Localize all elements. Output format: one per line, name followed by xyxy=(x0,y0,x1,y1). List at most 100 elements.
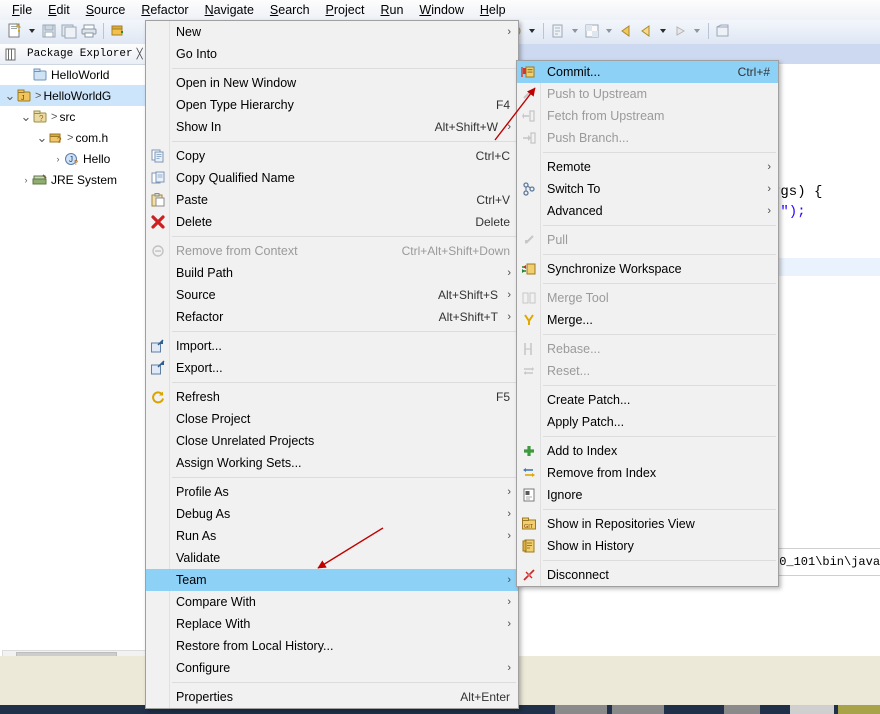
menubar-item-project[interactable]: Project xyxy=(318,1,373,19)
main-menu-bar[interactable]: File Edit Source Refactor Navigate Search Proj… xyxy=(0,0,880,21)
menubar-item-search[interactable]: Search xyxy=(262,1,318,19)
chevron-right-icon[interactable]: › xyxy=(507,596,511,608)
menu-item-build-path[interactable]: Build Path › xyxy=(146,262,518,284)
chevron-right-icon[interactable]: › xyxy=(507,574,511,586)
taskbar-item-4[interactable] xyxy=(790,705,834,714)
new-element-dropdown-icon[interactable] xyxy=(606,29,612,33)
chevron-down-icon[interactable]: ⌄ xyxy=(36,131,48,144)
menubar-item-refactor[interactable]: Refactor xyxy=(133,1,196,19)
chevron-right-icon[interactable]: › xyxy=(507,26,511,38)
menu-item-compare-with[interactable]: Compare With › xyxy=(146,591,518,613)
menu-item-open-in-new-window[interactable]: Open in New Window xyxy=(146,72,518,94)
taskbar-item-3[interactable] xyxy=(724,705,760,714)
menubar-item-source[interactable]: Source xyxy=(78,1,134,19)
menu-item-close-project[interactable]: Close Project xyxy=(146,408,518,430)
menu-item-copy[interactable]: Copy Ctrl+C xyxy=(146,145,518,167)
menu-item-debug-as[interactable]: Debug As › xyxy=(146,503,518,525)
project-tree[interactable]: HelloWorld ⌄ J > HelloWorldG ⌄? > src ⌄? > com.… xyxy=(0,64,146,190)
chevron-right-icon[interactable]: › xyxy=(767,161,771,173)
menu-item-advanced[interactable]: Advanced › xyxy=(517,200,778,222)
new-wizard-dropdown-icon[interactable] xyxy=(29,29,35,33)
menu-item-assign-working-sets[interactable]: Assign Working Sets... xyxy=(146,452,518,474)
chevron-down-icon[interactable]: ⌄ xyxy=(20,110,32,123)
menu-item-configure[interactable]: Configure › xyxy=(146,657,518,679)
menu-item-import[interactable]: Import... xyxy=(146,335,518,357)
tree-item-com-h[interactable]: ⌄? > com.h xyxy=(0,127,146,148)
previous-arrow-icon[interactable] xyxy=(637,22,655,40)
project-context-menu[interactable]: New › Go Into Open in New Window Open Type H… xyxy=(145,20,519,709)
menu-item-apply-patch[interactable]: Apply Patch... xyxy=(517,411,778,433)
chevron-right-icon[interactable]: › xyxy=(507,311,511,323)
menu-item-copy-qualified-name[interactable]: Copy Qualified Name xyxy=(146,167,518,189)
menubar-item-navigate[interactable]: Navigate xyxy=(197,1,262,19)
menu-item-delete[interactable]: Delete Delete xyxy=(146,211,518,233)
new-java-package-icon[interactable] xyxy=(109,22,127,40)
menubar-item-edit[interactable]: Edit xyxy=(40,1,78,19)
tree-item-src[interactable]: ⌄? > src xyxy=(0,106,146,127)
tree-item-hello[interactable]: › J? Hello xyxy=(0,148,146,169)
chevron-right-icon[interactable]: › xyxy=(507,289,511,301)
new-wizard-icon[interactable] xyxy=(6,22,24,40)
menu-item-close-unrelated-projects[interactable]: Close Unrelated Projects xyxy=(146,430,518,452)
tree-item-helloworld[interactable]: HelloWorld xyxy=(0,64,146,85)
team-git-submenu[interactable]: Commit... Ctrl+# Push to Upstream Fetch fro… xyxy=(516,60,779,587)
forward-dropdown-icon[interactable] xyxy=(694,29,700,33)
menu-item-create-patch[interactable]: Create Patch... xyxy=(517,389,778,411)
menubar-item-help[interactable]: Help xyxy=(472,1,514,19)
menu-item-remove-from-index[interactable]: Remove from Index xyxy=(517,462,778,484)
menu-item-paste[interactable]: Paste Ctrl+V xyxy=(146,189,518,211)
chevron-right-icon[interactable]: › xyxy=(507,618,511,630)
menu-item-restore-from-local-history[interactable]: Restore from Local History... xyxy=(146,635,518,657)
back-arrow-icon[interactable] xyxy=(617,22,635,40)
menu-item-show-in-repositories-view[interactable]: GIT Show in Repositories View xyxy=(517,513,778,535)
menu-item-ignore[interactable]: Ignore xyxy=(517,484,778,506)
menu-item-open-type-hierarchy[interactable]: Open Type Hierarchy F4 xyxy=(146,94,518,116)
taskbar-item-5[interactable] xyxy=(838,705,880,714)
menu-item-switch-to[interactable]: Switch To › xyxy=(517,178,778,200)
open-perspective-icon[interactable] xyxy=(714,22,732,40)
chevron-right-icon[interactable]: › xyxy=(507,267,511,279)
menu-item-show-in-history[interactable]: Show in History xyxy=(517,535,778,557)
chevron-right-icon[interactable]: › xyxy=(52,154,64,164)
tree-item-jre-system[interactable]: › JRE System xyxy=(0,169,146,190)
menu-item-properties[interactable]: Properties Alt+Enter xyxy=(146,686,518,708)
menubar-item-window[interactable]: Window xyxy=(411,1,471,19)
menu-item-merge[interactable]: Merge... xyxy=(517,309,778,331)
chevron-right-icon[interactable]: › xyxy=(507,486,511,498)
external-tools-dropdown-icon[interactable] xyxy=(572,29,578,33)
menu-item-refactor[interactable]: Refactor Alt+Shift+T › xyxy=(146,306,518,328)
menu-item-source[interactable]: Source Alt+Shift+S › xyxy=(146,284,518,306)
chevron-right-icon[interactable]: › xyxy=(767,205,771,217)
chevron-right-icon[interactable]: › xyxy=(507,662,511,674)
menu-item-replace-with[interactable]: Replace With › xyxy=(146,613,518,635)
taskbar-item-2[interactable] xyxy=(612,705,664,714)
chevron-right-icon[interactable]: › xyxy=(507,121,511,133)
chevron-right-icon[interactable]: › xyxy=(507,530,511,542)
menu-item-run-as[interactable]: Run As › xyxy=(146,525,518,547)
menu-item-profile-as[interactable]: Profile As › xyxy=(146,481,518,503)
menubar-item-file[interactable]: File xyxy=(4,1,40,19)
menubar-item-run[interactable]: Run xyxy=(372,1,411,19)
menu-item-validate[interactable]: Validate xyxy=(146,547,518,569)
chevron-right-icon[interactable]: › xyxy=(767,183,771,195)
tree-item-helloworldg[interactable]: ⌄ J > HelloWorldG xyxy=(0,85,146,106)
menu-item-synchronize-workspace[interactable]: Synchronize Workspace xyxy=(517,258,778,280)
menu-item-refresh[interactable]: Refresh F5 xyxy=(146,386,518,408)
menu-item-commit[interactable]: Commit... Ctrl+# xyxy=(517,61,778,83)
menu-item-disconnect[interactable]: Disconnect xyxy=(517,564,778,586)
close-icon[interactable]: ╳ xyxy=(137,49,143,60)
package-explorer-tab[interactable]: Package Explorer ╳ xyxy=(0,44,150,65)
chevron-down-icon[interactable]: ⌄ xyxy=(4,89,16,102)
back-dropdown-icon[interactable] xyxy=(660,29,666,33)
taskbar-item-1[interactable] xyxy=(555,705,607,714)
menu-item-new[interactable]: New › xyxy=(146,21,518,43)
menu-item-go-into[interactable]: Go Into xyxy=(146,43,518,65)
menu-item-remote[interactable]: Remote › xyxy=(517,156,778,178)
menu-item-add-to-index[interactable]: Add to Index xyxy=(517,440,778,462)
chevron-right-icon[interactable]: › xyxy=(507,508,511,520)
chevron-right-icon[interactable]: › xyxy=(20,175,32,185)
run-dropdown-icon[interactable] xyxy=(529,29,535,33)
menu-item-show-in[interactable]: Show In Alt+Shift+W › xyxy=(146,116,518,138)
menu-item-export[interactable]: Export... xyxy=(146,357,518,379)
menu-item-team[interactable]: Team › xyxy=(146,569,518,591)
